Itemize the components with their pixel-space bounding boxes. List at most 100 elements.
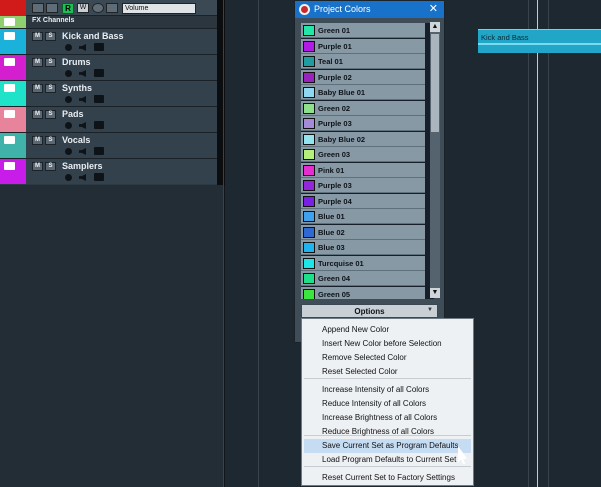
track-row[interactable]: M S Synths (0, 80, 217, 106)
color-list-item[interactable]: Blue 03 (301, 240, 425, 255)
color-chip[interactable] (303, 56, 315, 67)
track-row[interactable]: M S Kick and Bass (0, 28, 217, 54)
toolbar-button-2[interactable] (46, 3, 58, 13)
color-chip[interactable] (303, 211, 315, 222)
color-chip[interactable] (303, 257, 315, 269)
color-list-item[interactable]: Green 01 (301, 23, 425, 38)
color-list-scrollbar[interactable]: ▲ ▼ (430, 22, 440, 298)
monitor-icon[interactable] (79, 174, 86, 181)
record-icon[interactable] (65, 148, 72, 155)
monitor-icon[interactable] (79, 96, 86, 103)
edit-button[interactable] (92, 3, 104, 13)
color-chip[interactable] (303, 226, 315, 238)
track-row[interactable]: M S Vocals (0, 132, 217, 158)
edit-channel-icon[interactable] (94, 69, 104, 77)
menu-item[interactable]: Reset Selected Color (304, 365, 471, 379)
menu-item[interactable]: Insert New Color before Selection (304, 337, 471, 351)
color-chip[interactable] (303, 133, 315, 145)
menu-item[interactable]: Increase Intensity of all Colors (304, 383, 471, 397)
color-list-item[interactable]: Purple 03 (301, 178, 425, 193)
edit-channel-icon[interactable] (94, 147, 104, 155)
options-button[interactable]: Options ▼ (301, 304, 438, 318)
color-list-item[interactable]: Green 05 (301, 286, 425, 299)
mute-button[interactable]: M (32, 162, 43, 171)
color-chip[interactable] (303, 71, 315, 83)
color-list-item[interactable]: Green 02 (301, 100, 425, 116)
mute-button[interactable]: M (32, 136, 43, 145)
color-chip[interactable] (303, 273, 315, 284)
fx-channels-folder[interactable]: FX Channels (0, 16, 217, 28)
monitor-icon[interactable] (79, 148, 86, 155)
mute-button[interactable]: M (32, 84, 43, 93)
color-list[interactable]: Green 01 Purple 01 Teal 01 Purple 02 Bab… (301, 23, 434, 299)
monitor-icon[interactable] (79, 70, 86, 77)
mute-button[interactable]: M (32, 58, 43, 67)
volume-field[interactable]: Volume (122, 3, 196, 14)
solo-button[interactable]: S (45, 32, 56, 41)
event-kick-and-bass[interactable]: Kick and Bass (478, 29, 601, 53)
color-chip[interactable] (303, 164, 315, 176)
color-chip[interactable] (303, 288, 315, 299)
scroll-up-icon[interactable]: ▲ (430, 22, 440, 32)
record-icon[interactable] (65, 122, 72, 129)
track-row[interactable]: M S Pads (0, 106, 217, 132)
record-icon[interactable] (65, 96, 72, 103)
menu-item[interactable]: Save Current Set as Program Defaults (304, 439, 471, 453)
edit-channel-icon[interactable] (94, 43, 104, 51)
solo-button[interactable]: S (45, 110, 56, 119)
menu-item[interactable]: Reset Current Set to Factory Settings (304, 471, 471, 485)
track-row[interactable]: M S Drums (0, 54, 217, 80)
record-icon[interactable] (65, 70, 72, 77)
dialog-titlebar[interactable]: Project Colors ✕ (295, 1, 444, 18)
toolbar-button-1[interactable] (32, 3, 44, 13)
color-chip[interactable] (303, 40, 315, 52)
read-automation-button[interactable]: R (62, 3, 74, 14)
menu-item[interactable]: Reduce Brightness of all Colors (304, 425, 471, 439)
color-list-item[interactable]: Pink 01 (301, 162, 425, 178)
color-chip[interactable] (303, 102, 315, 114)
edit-channel-icon[interactable] (94, 173, 104, 181)
color-list-item[interactable]: Green 04 (301, 271, 425, 286)
edit-channel-icon[interactable] (94, 121, 104, 129)
playhead[interactable] (537, 0, 538, 487)
link-button[interactable] (106, 3, 118, 13)
scroll-down-icon[interactable]: ▼ (430, 288, 440, 298)
mute-button[interactable]: M (32, 32, 43, 41)
color-list-item[interactable]: Blue 02 (301, 224, 425, 240)
edit-channel-icon[interactable] (94, 95, 104, 103)
menu-item[interactable]: Load Program Defaults to Current Set (304, 453, 471, 467)
color-list-item[interactable]: Baby Blue 01 (301, 85, 425, 100)
mute-button[interactable]: M (32, 110, 43, 119)
color-chip[interactable] (303, 25, 315, 36)
monitor-icon[interactable] (79, 122, 86, 129)
color-chip[interactable] (303, 180, 315, 191)
color-list-item[interactable]: Baby Blue 02 (301, 131, 425, 147)
color-list-item[interactable]: Purple 04 (301, 193, 425, 209)
color-list-item[interactable]: Blue 01 (301, 209, 425, 224)
menu-item[interactable]: Increase Brightness of all Colors (304, 411, 471, 425)
color-chip[interactable] (303, 149, 315, 160)
monitor-icon[interactable] (79, 44, 86, 51)
color-list-item[interactable]: Purple 01 (301, 38, 425, 54)
solo-button[interactable]: S (45, 162, 56, 171)
menu-item[interactable]: Append New Color (304, 323, 471, 337)
solo-button[interactable]: S (45, 58, 56, 67)
menu-item[interactable]: Remove Selected Color (304, 351, 471, 365)
color-list-item[interactable]: Purple 03 (301, 116, 425, 131)
color-list-item[interactable]: Teal 01 (301, 54, 425, 69)
color-chip[interactable] (303, 195, 315, 207)
color-chip[interactable] (303, 87, 315, 98)
color-chip[interactable] (303, 242, 315, 253)
close-icon[interactable]: ✕ (429, 2, 438, 15)
record-icon[interactable] (65, 174, 72, 181)
solo-button[interactable]: S (45, 84, 56, 93)
scroll-thumb[interactable] (431, 34, 439, 132)
color-list-item[interactable]: Purple 02 (301, 69, 425, 85)
color-list-item[interactable]: Green 03 (301, 147, 425, 162)
color-chip[interactable] (303, 118, 315, 129)
menu-item[interactable]: Reduce Intensity of all Colors (304, 397, 471, 411)
record-icon[interactable] (65, 44, 72, 51)
solo-button[interactable]: S (45, 136, 56, 145)
write-automation-button[interactable]: W (77, 3, 89, 13)
track-row[interactable]: M S Samplers (0, 158, 217, 184)
